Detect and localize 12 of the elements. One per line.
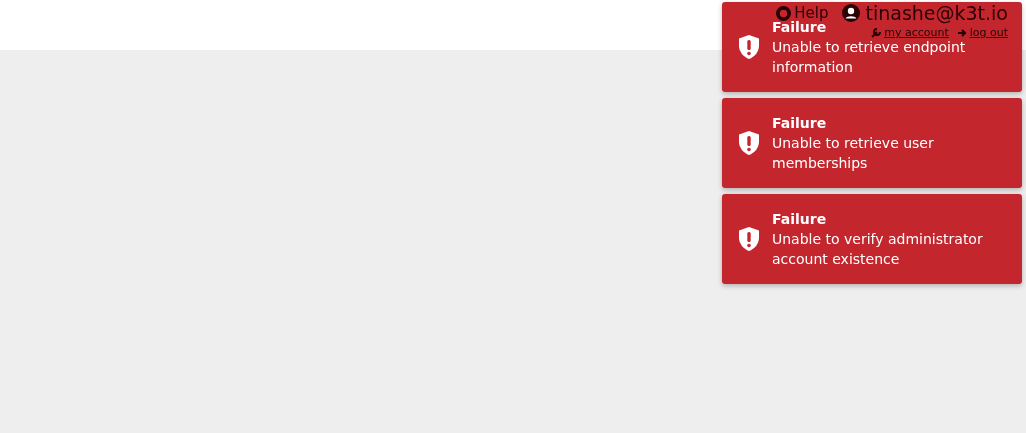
my-account-link[interactable]: my account	[871, 26, 949, 39]
toast-message: Unable to retrieve endpoint information	[772, 38, 967, 77]
shield-exclamation-icon	[737, 34, 761, 60]
shield-exclamation-icon	[737, 226, 761, 252]
toast-message: Unable to verify administrator account existence	[772, 230, 984, 269]
toast-message: Unable to retrieve user memberships	[772, 134, 935, 173]
toast-title: Failure	[772, 210, 827, 229]
log-out-link[interactable]: log out	[956, 26, 1008, 39]
shield-exclamation-icon	[737, 130, 761, 156]
sign-out-icon	[956, 27, 967, 38]
help-link[interactable]: Help	[776, 4, 829, 22]
toast-title: Failure	[772, 114, 827, 133]
